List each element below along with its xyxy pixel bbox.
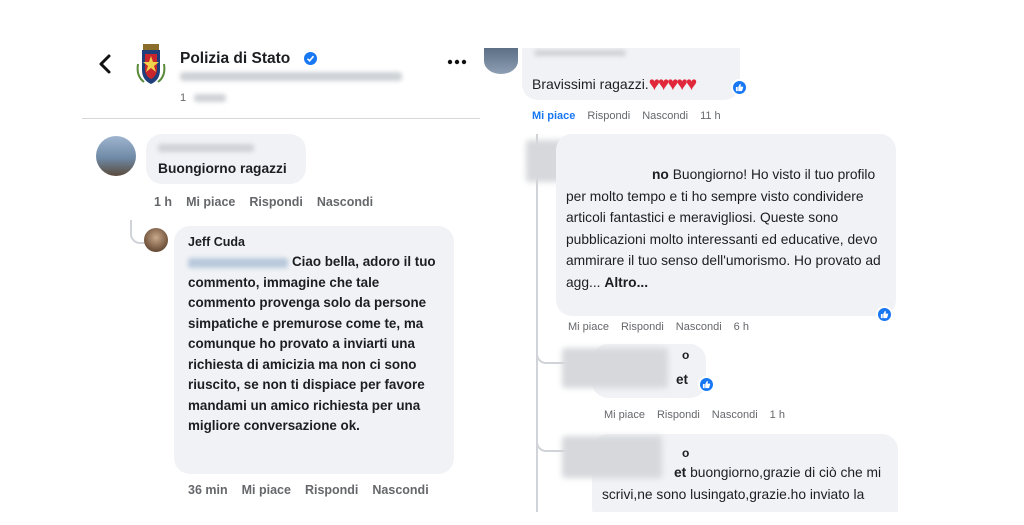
like-action[interactable]: Mi piace — [242, 483, 291, 497]
reply-text-body: Ciao bella, adoro il tuo commento, immag… — [188, 254, 436, 433]
like-reaction-icon — [698, 376, 715, 393]
hide-action[interactable]: Nascondi — [676, 321, 722, 333]
blurred-commenter-name — [158, 144, 254, 152]
blurred-reply2-avatar-name — [562, 348, 668, 388]
chevron-left-icon — [99, 54, 111, 74]
reply1-text: no Buongiorno! Ho visto il tuo profilo p… — [566, 164, 888, 293]
comment-time: 11 h — [700, 110, 721, 122]
reply-text: Ciao bella, adoro il tuo commento, immag… — [188, 252, 450, 437]
reply1-actions: Mi piace Rispondi Nascondi 6 h — [568, 321, 761, 333]
reply-author-avatar[interactable] — [144, 228, 168, 252]
page-name[interactable]: Polizia di Stato — [180, 50, 290, 68]
right-screenshot-panel: Bravissimi ragazzi.♥♥♥♥♥ Mi piace Rispond… — [484, 48, 936, 512]
reply-action[interactable]: Rispondi — [657, 409, 700, 421]
blurred-reply3-avatar-name — [562, 436, 662, 478]
reply1-bubble: no Buongiorno! Ho visto il tuo profilo p… — [556, 134, 896, 316]
commenter-avatar[interactable] — [96, 136, 136, 176]
reply2-actions: Mi piace Rispondi Nascondi 1 h — [604, 409, 797, 421]
subtitle-time: 1 — [180, 92, 187, 104]
reply-time: 6 h — [733, 321, 749, 333]
blurred-subtitle-2 — [194, 94, 226, 102]
reply-bubble: Jeff Cuda Ciao bella, adoro il tuo comme… — [174, 226, 454, 474]
top-comment-actions: Mi piace Rispondi Nascondi 11 h — [532, 110, 733, 122]
reply2-name-fragment: o — [682, 348, 690, 362]
like-action[interactable]: Mi piace — [568, 321, 609, 333]
reply-action[interactable]: Rispondi — [621, 321, 664, 333]
back-button[interactable] — [96, 52, 116, 76]
top-comment-body: Bravissimi ragazzi. — [532, 76, 649, 92]
hide-action[interactable]: Nascondi — [372, 483, 428, 497]
heart-emojis: ♥♥♥♥♥ — [648, 74, 697, 95]
comment-bubble: Buongiorno ragazzi — [146, 134, 306, 184]
more-horizontal-icon — [447, 59, 467, 65]
like-action[interactable]: Mi piace — [532, 110, 575, 122]
reply-action[interactable]: Rispondi — [305, 483, 358, 497]
reply2-text: et — [676, 372, 689, 387]
reply1-body: Buongiorno! Ho visto il tuo profilo per … — [566, 167, 881, 290]
comment-actions: 1 h Mi piace Rispondi Nascondi — [154, 195, 387, 209]
reply3-text-bold: et — [674, 465, 687, 480]
hide-action[interactable]: Nascondi — [712, 409, 758, 421]
hide-action[interactable]: Nascondi — [642, 110, 688, 122]
hide-action[interactable]: Nascondi — [317, 195, 373, 209]
commenter-avatar[interactable] — [484, 48, 518, 74]
like-reaction-icon — [876, 306, 893, 323]
reply1-name-fragment: no — [652, 167, 669, 182]
police-crest-icon — [136, 44, 166, 84]
like-action[interactable]: Mi piace — [604, 409, 645, 421]
see-more-link[interactable]: Altro... — [604, 275, 648, 290]
reply-action[interactable]: Rispondi — [249, 195, 302, 209]
more-options-button[interactable] — [446, 54, 468, 65]
comment-time: 1 h — [154, 195, 173, 209]
like-reaction-icon — [731, 79, 748, 96]
reply-thread-line — [536, 134, 538, 512]
reply-time: 1 h — [769, 409, 785, 421]
reply3-name-fragment: o — [682, 446, 690, 460]
top-comment-text: Bravissimi ragazzi.♥♥♥♥♥ — [532, 74, 697, 96]
blurred-commenter-name — [534, 50, 626, 56]
reply-action[interactable]: Rispondi — [587, 110, 630, 122]
reply-author-name[interactable]: Jeff Cuda — [188, 235, 245, 249]
page-avatar[interactable] — [134, 42, 168, 86]
reply-actions: 36 min Mi piace Rispondi Nascondi — [188, 483, 443, 497]
like-action[interactable]: Mi piace — [186, 195, 235, 209]
verified-badge-icon — [304, 52, 317, 65]
comment-text: Buongiorno ragazzi — [158, 161, 287, 176]
header-divider — [82, 118, 480, 119]
blurred-subtitle — [180, 72, 402, 81]
reply-time: 36 min — [188, 483, 228, 497]
left-screenshot-panel: Polizia di Stato 1 Buongiorno ragazzi 1 … — [82, 38, 480, 508]
top-comment-bubble: Bravissimi ragazzi.♥♥♥♥♥ — [522, 48, 740, 100]
